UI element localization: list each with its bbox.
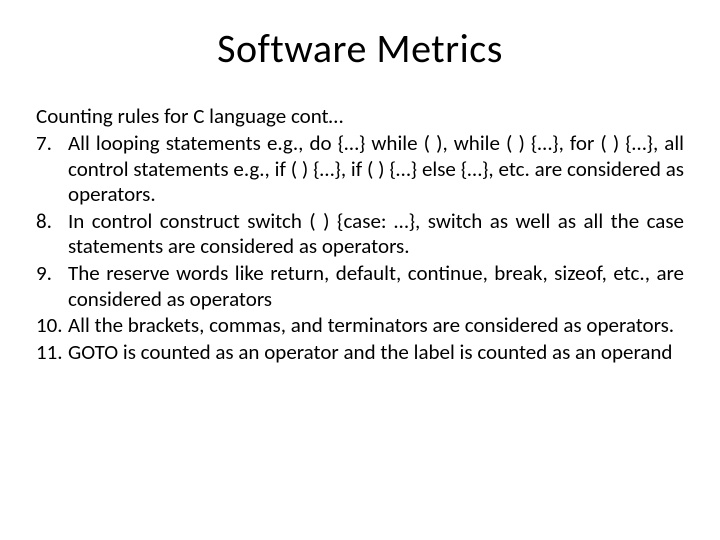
item-text: GOTO is counted as an operator and the l… (68, 340, 684, 366)
item-text: In control construct switch ( ) {case: …… (68, 209, 684, 260)
item-number: 8. (36, 209, 68, 260)
item-number: 11. (36, 340, 68, 366)
section-subtitle: Counting rules for C language cont… (36, 103, 684, 129)
list-item: 9. The reserve words like return, defaul… (36, 261, 684, 312)
item-number: 7. (36, 131, 68, 208)
rules-list: 7. All looping statements e.g., do {…} w… (36, 131, 684, 365)
list-item: 10. All the brackets, commas, and termin… (36, 313, 684, 339)
item-number: 10. (36, 313, 68, 339)
item-text: The reserve words like return, default, … (68, 261, 684, 312)
item-text: All looping statements e.g., do {…} whil… (68, 131, 684, 208)
list-item: 11. GOTO is counted as an operator and t… (36, 340, 684, 366)
page-title: Software Metrics (36, 24, 684, 73)
item-text: All the brackets, commas, and terminator… (68, 313, 684, 339)
item-number: 9. (36, 261, 68, 312)
list-item: 8. In control construct switch ( ) {case… (36, 209, 684, 260)
list-item: 7. All looping statements e.g., do {…} w… (36, 131, 684, 208)
